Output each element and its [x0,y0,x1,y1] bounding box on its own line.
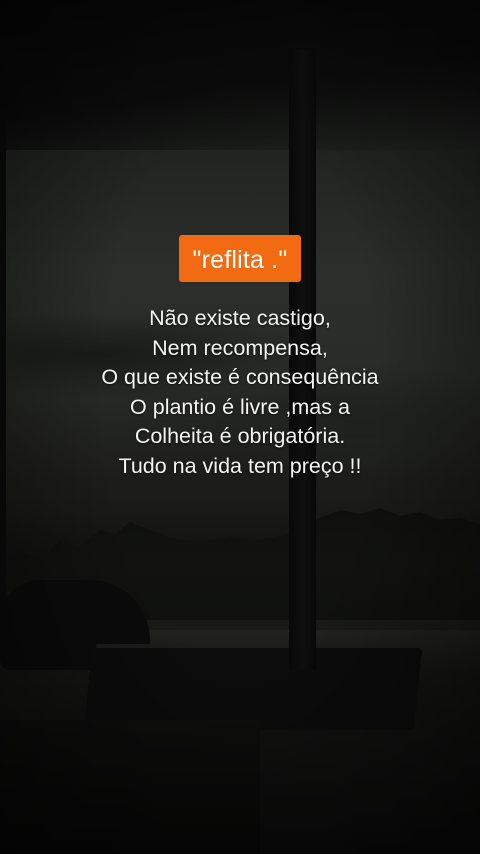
quote-line: Tudo na vida tem preço !! [118,453,362,478]
quote-line: Colheita é obrigatória. [134,424,346,449]
quote-card: "reflita ." Não existe castigo, Nem reco… [0,235,480,482]
quote-line: Nem recompensa, [152,335,328,360]
quote-line: Não existe castigo, [149,306,331,330]
quote-text: Não existe castigo, Nem recompensa, O qu… [101,304,378,482]
quote-line: O plantio é livre ,mas a [130,394,350,419]
reflita-tag: "reflita ." [178,235,302,282]
quote-line: O que existe é consequência [101,365,379,390]
